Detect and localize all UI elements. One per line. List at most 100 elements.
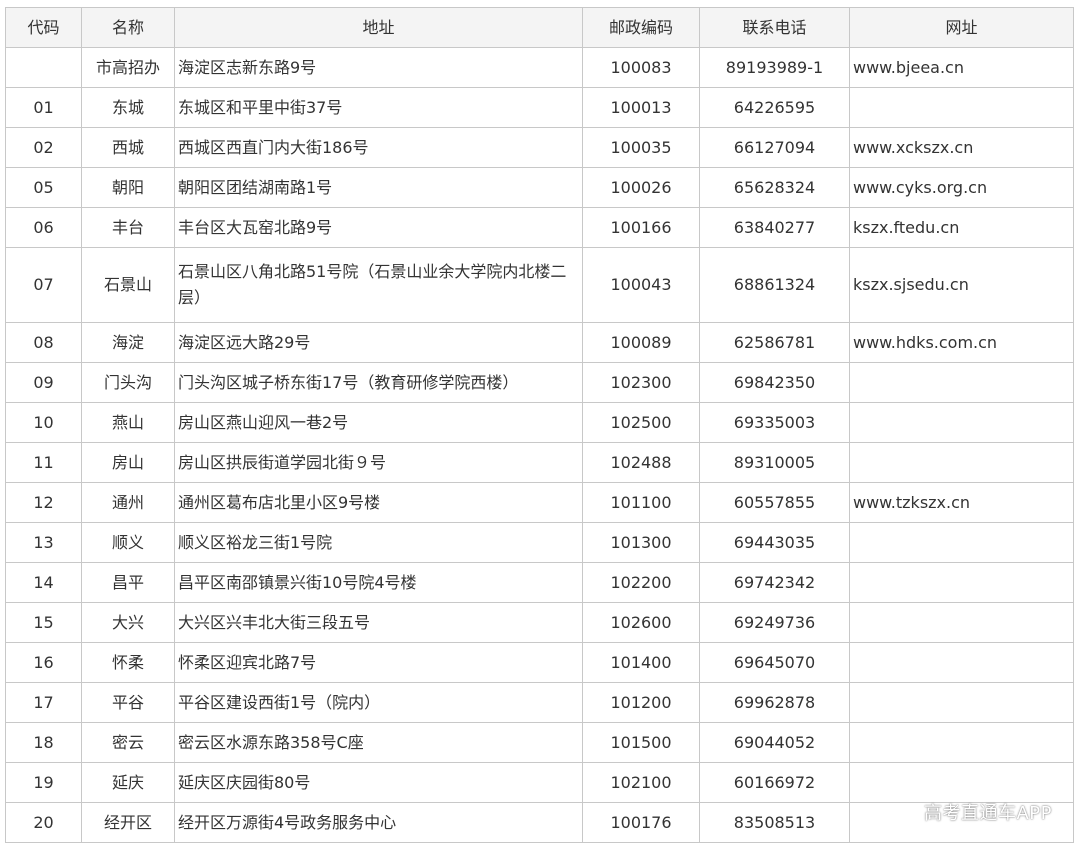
cell-zip: 101200 <box>582 682 700 723</box>
cell-name: 怀柔 <box>81 642 175 683</box>
cell-name: 经开区 <box>81 802 175 843</box>
cell-code: 18 <box>5 722 82 763</box>
cell-name: 昌平 <box>81 562 175 603</box>
cell-code <box>5 47 82 88</box>
cell-website <box>849 602 1074 643</box>
cell-website: www.cyks.org.cn <box>849 167 1074 208</box>
cell-name: 丰台 <box>81 207 175 248</box>
cell-name: 市高招办 <box>81 47 175 88</box>
cell-name: 大兴 <box>81 602 175 643</box>
table-row: 07 石景山 石景山区八角北路51号院（石景山业余大学院内北楼二层） 100043 68… <box>5 247 1074 323</box>
table-row: 02 西城 西城区西直门内大街186号 100035 66127094 www.xcksz… <box>5 127 1074 168</box>
cell-zip: 101400 <box>582 642 700 683</box>
cell-website <box>849 682 1074 723</box>
cell-phone: 69249736 <box>699 602 850 643</box>
table-row: 09 门头沟 门头沟区城子桥东街17号（教育研修学院西楼） 102300 6984235… <box>5 362 1074 403</box>
table-row: 13 顺义 顺义区裕龙三街1号院 101300 69443035 <box>5 522 1074 563</box>
cell-website <box>849 562 1074 603</box>
cell-address: 门头沟区城子桥东街17号（教育研修学院西楼） <box>174 362 583 403</box>
cell-zip: 102600 <box>582 602 700 643</box>
cell-phone: 69335003 <box>699 402 850 443</box>
cell-phone: 60166972 <box>699 762 850 803</box>
cell-address: 石景山区八角北路51号院（石景山业余大学院内北楼二层） <box>174 247 583 323</box>
cell-code: 20 <box>5 802 82 843</box>
cell-address: 房山区燕山迎风一巷2号 <box>174 402 583 443</box>
cell-name: 平谷 <box>81 682 175 723</box>
header-website: 网址 <box>849 7 1074 48</box>
table-row: 05 朝阳 朝阳区团结湖南路1号 100026 65628324 www.cyks.org… <box>5 167 1074 208</box>
cell-address: 经开区万源街4号政务服务中心 <box>174 802 583 843</box>
table-row: 11 房山 房山区拱辰街道学园北街９号 102488 89310005 <box>5 442 1074 483</box>
cell-zip: 100035 <box>582 127 700 168</box>
cell-website <box>849 522 1074 563</box>
cell-code: 16 <box>5 642 82 683</box>
header-zip: 邮政编码 <box>582 7 700 48</box>
cell-code: 15 <box>5 602 82 643</box>
cell-website <box>849 442 1074 483</box>
cell-website <box>849 402 1074 443</box>
cell-website: kszx.sjsedu.cn <box>849 247 1074 323</box>
cell-phone: 83508513 <box>699 802 850 843</box>
cell-zip: 102100 <box>582 762 700 803</box>
cell-phone: 64226595 <box>699 87 850 128</box>
cell-phone: 60557855 <box>699 482 850 523</box>
cell-address: 海淀区志新东路9号 <box>174 47 583 88</box>
cell-code: 01 <box>5 87 82 128</box>
cell-code: 06 <box>5 207 82 248</box>
header-address: 地址 <box>174 7 583 48</box>
cell-zip: 100166 <box>582 207 700 248</box>
cell-zip: 100013 <box>582 87 700 128</box>
cell-code: 19 <box>5 762 82 803</box>
table-row: 18 密云 密云区水源东路358号C座 101500 69044052 <box>5 722 1074 763</box>
cell-website <box>849 722 1074 763</box>
cell-name: 海淀 <box>81 322 175 363</box>
cell-phone: 69842350 <box>699 362 850 403</box>
contact-table: 代码 名称 地址 邮政编码 联系电话 网址 市高招办 海淀区志新东路9号 10008… <box>5 7 1074 843</box>
cell-phone: 89193989-1 <box>699 47 850 88</box>
cell-code: 14 <box>5 562 82 603</box>
cell-name: 东城 <box>81 87 175 128</box>
cell-address: 丰台区大瓦窑北路9号 <box>174 207 583 248</box>
table-row: 06 丰台 丰台区大瓦窑北路9号 100166 63840277 kszx.ftedu.c… <box>5 207 1074 248</box>
cell-website: www.bjeea.cn <box>849 47 1074 88</box>
cell-name: 门头沟 <box>81 362 175 403</box>
table-row: 19 延庆 延庆区庆园街80号 102100 60166972 <box>5 762 1074 803</box>
cell-code: 05 <box>5 167 82 208</box>
cell-name: 房山 <box>81 442 175 483</box>
cell-website: www.hdks.com.cn <box>849 322 1074 363</box>
cell-website <box>849 362 1074 403</box>
header-row: 代码 名称 地址 邮政编码 联系电话 网址 <box>5 7 1074 48</box>
cell-website: kszx.ftedu.cn <box>849 207 1074 248</box>
cell-zip: 100043 <box>582 247 700 323</box>
table-row: 10 燕山 房山区燕山迎风一巷2号 102500 69335003 <box>5 402 1074 443</box>
cell-zip: 100176 <box>582 802 700 843</box>
cell-phone: 69962878 <box>699 682 850 723</box>
cell-code: 08 <box>5 322 82 363</box>
cell-phone: 69742342 <box>699 562 850 603</box>
cell-address: 怀柔区迎宾北路7号 <box>174 642 583 683</box>
cell-name: 顺义 <box>81 522 175 563</box>
cell-zip: 100089 <box>582 322 700 363</box>
cell-code: 17 <box>5 682 82 723</box>
table-row: 16 怀柔 怀柔区迎宾北路7号 101400 69645070 <box>5 642 1074 683</box>
cell-address: 海淀区远大路29号 <box>174 322 583 363</box>
cell-address: 密云区水源东路358号C座 <box>174 722 583 763</box>
table-row: 01 东城 东城区和平里中街37号 100013 64226595 <box>5 87 1074 128</box>
cell-name: 燕山 <box>81 402 175 443</box>
table-row: 14 昌平 昌平区南邵镇景兴街10号院4号楼 102200 69742342 <box>5 562 1074 603</box>
cell-code: 12 <box>5 482 82 523</box>
cell-code: 09 <box>5 362 82 403</box>
header-code: 代码 <box>5 7 82 48</box>
cell-name: 朝阳 <box>81 167 175 208</box>
cell-address: 东城区和平里中街37号 <box>174 87 583 128</box>
header-phone: 联系电话 <box>699 7 850 48</box>
cell-zip: 102488 <box>582 442 700 483</box>
cell-phone: 62586781 <box>699 322 850 363</box>
cell-name: 石景山 <box>81 247 175 323</box>
cell-zip: 101500 <box>582 722 700 763</box>
cell-website: www.xckszx.cn <box>849 127 1074 168</box>
cell-phone: 69044052 <box>699 722 850 763</box>
cell-code: 02 <box>5 127 82 168</box>
cell-address: 西城区西直门内大街186号 <box>174 127 583 168</box>
cell-website <box>849 762 1074 803</box>
